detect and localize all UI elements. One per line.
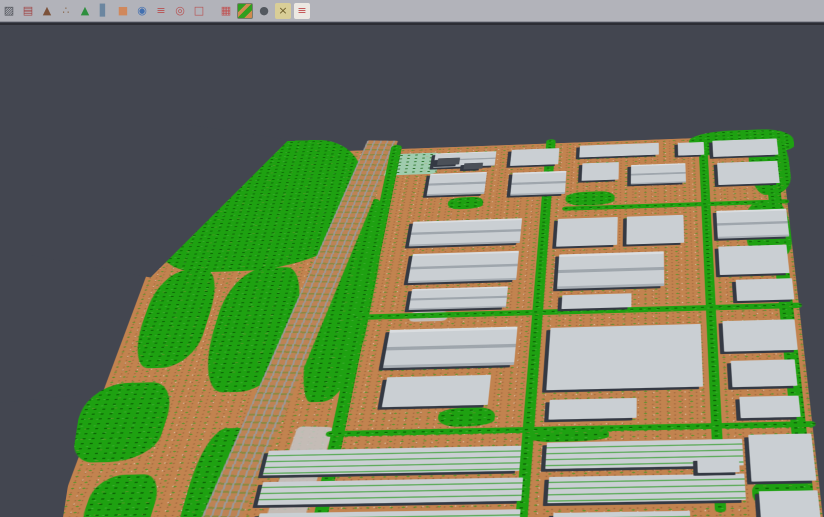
building xyxy=(631,163,686,184)
veg-blob xyxy=(565,191,615,206)
building xyxy=(409,218,522,246)
building xyxy=(557,251,664,289)
scene-tilt xyxy=(0,23,824,517)
building xyxy=(626,215,684,245)
toolbar: ▨▤▲∴▲▋■◉≡◎□▦●×≡ xyxy=(0,0,824,22)
building xyxy=(409,286,508,310)
circle-select-icon[interactable]: ◎ xyxy=(172,3,188,19)
measure-lines-icon[interactable]: ≡ xyxy=(294,3,310,19)
grid-select-icon[interactable]: ▦ xyxy=(218,3,234,19)
building xyxy=(697,457,739,473)
building xyxy=(716,209,789,239)
terrain-brown-icon[interactable]: ▲ xyxy=(39,3,55,19)
building xyxy=(718,245,789,275)
building xyxy=(722,319,797,352)
terrain-green-icon[interactable]: ▲ xyxy=(77,3,93,19)
building xyxy=(736,278,795,301)
ortho-image-icon[interactable]: ■ xyxy=(115,3,131,19)
classify-points-icon[interactable]: ▤ xyxy=(20,3,36,19)
building-dark xyxy=(437,158,460,166)
building-dark xyxy=(463,163,483,170)
building xyxy=(678,142,705,156)
warehouse-long xyxy=(552,511,691,517)
building xyxy=(712,138,778,157)
building xyxy=(759,490,822,517)
veg-sw-2 xyxy=(74,474,164,517)
sphere-icon[interactable]: ● xyxy=(256,3,272,19)
building xyxy=(427,172,487,196)
building xyxy=(579,143,659,158)
delete-cross-icon[interactable]: × xyxy=(275,3,291,19)
building xyxy=(748,433,816,481)
warehouse-long xyxy=(263,446,522,476)
terrain-point-cloud xyxy=(0,135,824,517)
building xyxy=(717,161,780,185)
building xyxy=(582,162,619,181)
layers-icon[interactable]: ≡ xyxy=(153,3,169,19)
rect-select-icon[interactable]: □ xyxy=(191,3,207,19)
classification-view-icon[interactable] xyxy=(237,3,253,19)
building xyxy=(556,217,618,247)
profile-view-icon[interactable]: ▋ xyxy=(96,3,112,19)
globe-icon[interactable]: ◉ xyxy=(134,3,150,19)
building xyxy=(739,396,800,419)
building xyxy=(548,398,636,420)
veg-blob xyxy=(437,407,496,427)
building-large xyxy=(546,324,703,390)
building xyxy=(510,148,559,166)
terrain-edge-sw xyxy=(0,394,82,517)
building xyxy=(561,293,631,309)
warehouse-long xyxy=(547,474,746,504)
building xyxy=(731,359,798,387)
veg-blob xyxy=(447,197,484,210)
low-points-icon[interactable]: ∴ xyxy=(58,3,74,19)
building xyxy=(408,251,519,283)
viewport-3d[interactable] xyxy=(0,23,824,517)
building xyxy=(510,171,566,196)
select-region-icon[interactable]: ▨ xyxy=(1,3,17,19)
building xyxy=(383,327,518,369)
building xyxy=(382,375,491,407)
warehouse-long xyxy=(257,477,523,505)
